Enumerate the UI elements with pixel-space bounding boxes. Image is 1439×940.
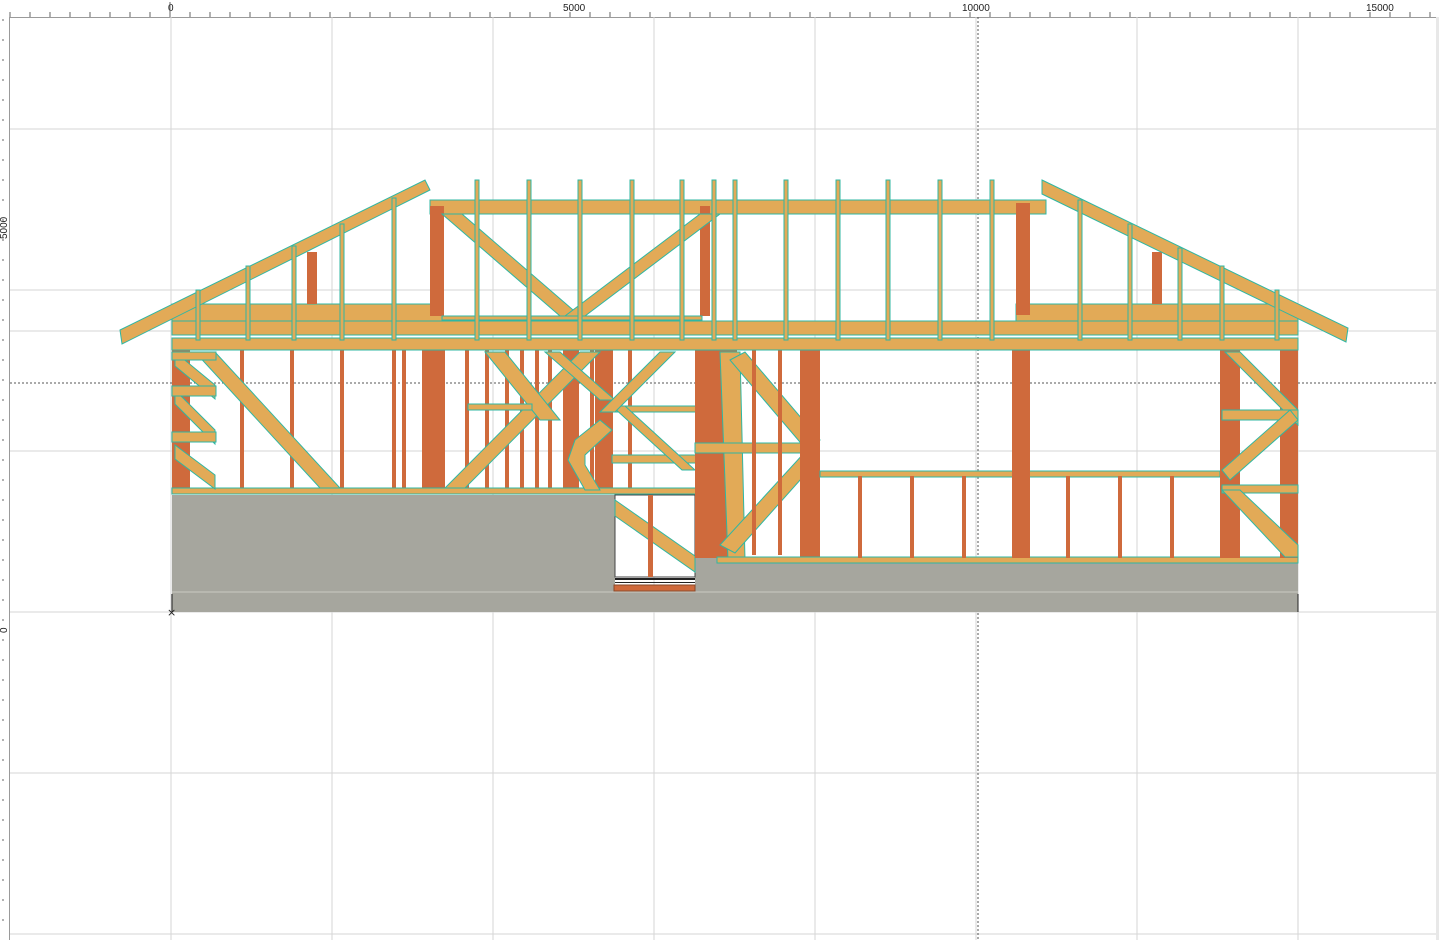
post[interactable]	[1280, 350, 1298, 558]
roof-framing[interactable]	[119, 179, 1349, 345]
strut[interactable]	[307, 252, 317, 304]
post[interactable]	[800, 350, 820, 558]
brace[interactable]	[193, 351, 342, 489]
post[interactable]	[422, 350, 444, 490]
king-post[interactable]	[430, 206, 444, 316]
gable-stud[interactable]	[474, 179, 480, 341]
ridge-beam[interactable]	[429, 199, 1047, 215]
gable-stud[interactable]	[937, 179, 943, 341]
gable-stud[interactable]	[1177, 247, 1183, 341]
gable-stud[interactable]	[711, 179, 717, 341]
gable-stud[interactable]	[339, 223, 345, 341]
gable-stud[interactable]	[629, 179, 635, 341]
bottom-plate[interactable]	[716, 556, 1299, 564]
post[interactable]	[1012, 350, 1030, 558]
nogging[interactable]	[171, 431, 217, 443]
nogging[interactable]	[171, 385, 217, 397]
gable-stud[interactable]	[526, 179, 532, 341]
gable-stud[interactable]	[195, 289, 201, 341]
stud[interactable]	[290, 350, 294, 490]
nogging[interactable]	[171, 351, 217, 361]
post[interactable]	[595, 350, 613, 490]
stud[interactable]	[910, 476, 914, 558]
stair-opening[interactable]	[613, 494, 696, 592]
stud[interactable]	[1170, 476, 1174, 558]
post[interactable]	[1220, 350, 1240, 558]
gable-stud[interactable]	[577, 179, 583, 341]
gable-stud[interactable]	[1219, 265, 1225, 341]
gable-stud[interactable]	[291, 245, 297, 341]
stud[interactable]	[340, 350, 344, 490]
ceiling-joist[interactable]	[171, 303, 443, 322]
stud[interactable]	[778, 350, 782, 555]
gable-stud[interactable]	[835, 179, 841, 341]
nogging[interactable]	[467, 403, 533, 411]
ceiling-joist[interactable]	[1015, 303, 1299, 322]
stud[interactable]	[590, 350, 594, 490]
stud[interactable]	[1066, 476, 1070, 558]
truss-web[interactable]	[440, 213, 582, 317]
king-post[interactable]	[1016, 203, 1030, 315]
stud[interactable]	[485, 350, 489, 490]
truss-chord[interactable]	[441, 315, 703, 321]
stud[interactable]	[752, 350, 756, 555]
gable-stud[interactable]	[391, 197, 397, 341]
stud[interactable]	[535, 350, 539, 490]
origin-marker: ×	[167, 606, 176, 619]
truss-web[interactable]	[563, 213, 722, 317]
stud[interactable]	[402, 350, 406, 490]
gable-stud[interactable]	[885, 179, 891, 341]
gable-stud[interactable]	[1274, 289, 1280, 341]
drawing-canvas[interactable]: ×	[0, 0, 1439, 940]
gable-stud[interactable]	[989, 179, 995, 341]
gable-stud[interactable]	[679, 179, 685, 341]
gable-stud[interactable]	[1127, 223, 1133, 341]
stud[interactable]	[392, 350, 396, 490]
stud[interactable]	[962, 476, 966, 558]
stud[interactable]	[1118, 476, 1122, 558]
gable-stud[interactable]	[1077, 199, 1083, 341]
bottom-plate[interactable]	[171, 487, 718, 495]
gable-stud[interactable]	[783, 179, 789, 341]
stud[interactable]	[240, 350, 244, 490]
gable-stud[interactable]	[732, 179, 738, 341]
strut[interactable]	[1152, 252, 1162, 304]
stud[interactable]	[858, 476, 862, 558]
gable-stud[interactable]	[245, 265, 251, 341]
